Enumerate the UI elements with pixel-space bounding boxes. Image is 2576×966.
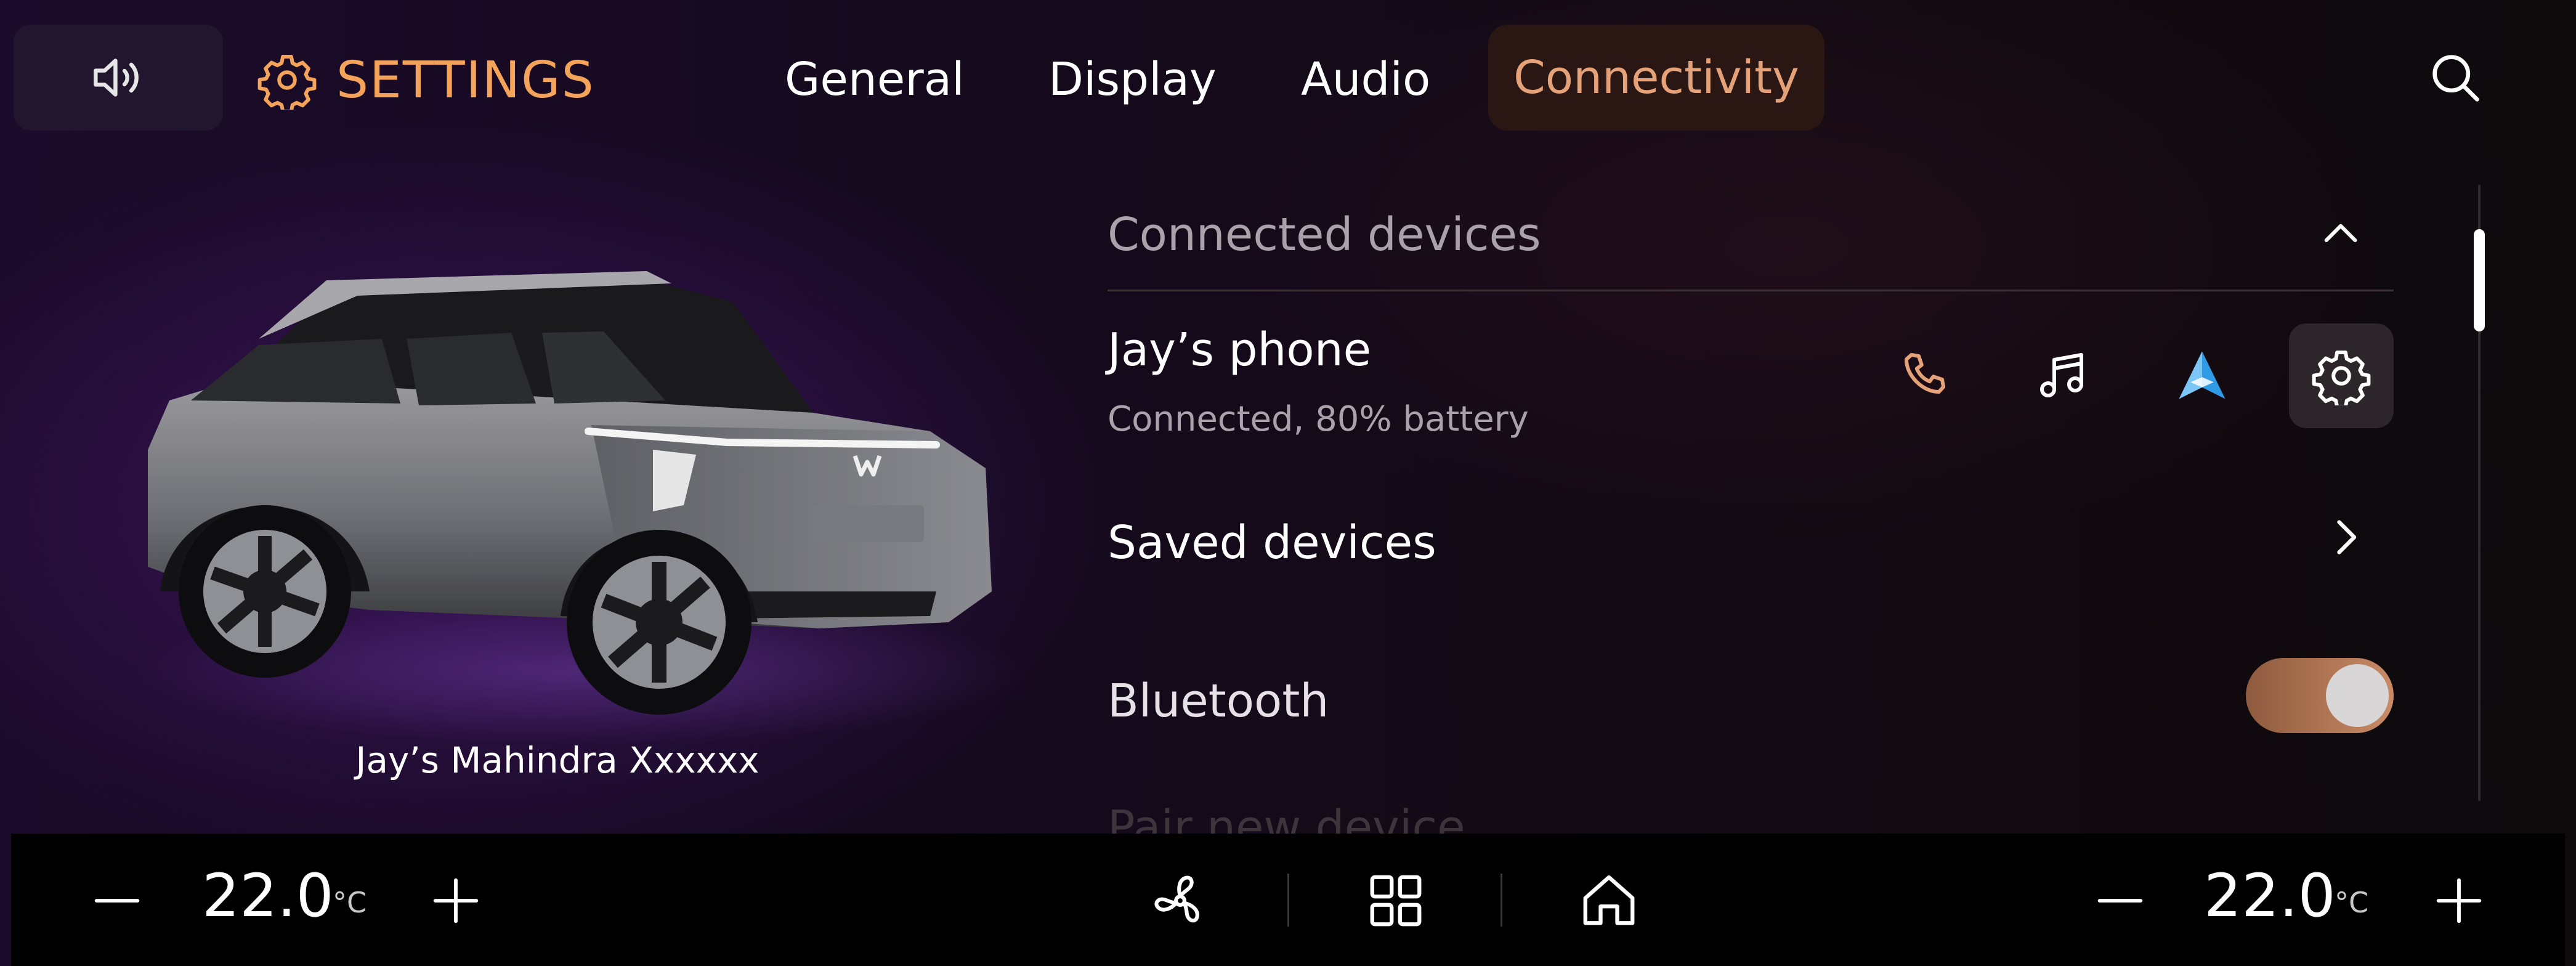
fan-button[interactable] [1148,869,1212,935]
tab-general[interactable]: General [785,43,965,116]
tab-audio[interactable]: Audio [1301,43,1430,116]
apps-button[interactable] [1363,867,1429,936]
right-temp-decrease-button[interactable] [2089,870,2151,934]
saved-devices-arrow[interactable] [2320,511,2371,566]
search-button[interactable] [2424,47,2486,111]
phone-button[interactable] [1873,323,1977,428]
right-temperature: 22.0 [2204,861,2336,930]
bluetooth-label: Bluetooth [1108,675,1329,728]
scrollbar-thumb[interactable] [2474,229,2485,331]
gear-icon [257,55,317,110]
gear-icon [2312,351,2371,405]
plus-icon [433,878,479,923]
section-divider [1108,290,2394,291]
car-image [111,246,1072,754]
android-auto-button[interactable] [2150,323,2254,428]
page-title: SETTINGS [336,51,595,110]
left-temp-decrease-button[interactable] [86,870,148,934]
car-name: Jay’s Mahindra Xxxxxx [355,739,759,781]
minus-icon [2097,899,2143,903]
minus-icon [94,899,140,903]
chevron-right-icon [2337,520,2357,554]
tab-display[interactable]: Display [1048,43,1217,116]
volume-button[interactable] [14,25,223,131]
collapse-button[interactable] [2316,209,2365,261]
device-status: Connected, 80% battery [1108,399,1529,439]
divider [1501,874,1502,927]
device-name[interactable]: Jay’s phone [1108,323,1371,376]
android-auto-icon [2179,351,2226,399]
bluetooth-toggle-knob [2326,664,2389,727]
music-icon [2040,353,2083,397]
fan-icon [1154,875,1199,923]
home-icon [1583,875,1635,925]
saved-devices-item[interactable]: Saved devices [1108,516,1436,569]
right-temp-increase-button[interactable] [2428,870,2490,934]
phone-icon [1904,353,1945,394]
section-title-connected-devices: Connected devices [1108,208,1541,261]
settings-screen: SETTINGS General Display Audio Connectiv… [0,0,2576,966]
settings-header: SETTINGS [257,49,595,111]
home-button[interactable] [1576,866,1642,935]
divider [1287,874,1289,927]
left-temperature: 22.0 [202,861,334,930]
plus-icon [2436,878,2482,923]
device-settings-button[interactable] [2289,323,2394,428]
volume-icon [94,59,139,97]
grid-icon [1370,875,1422,927]
tab-connectivity[interactable]: Connectivity [1488,25,1825,131]
chevron-up-icon [2324,224,2357,242]
search-icon [2432,55,2479,102]
right-temp-unit: °C [2335,886,2369,919]
music-button[interactable] [2009,323,2114,428]
left-temp-increase-button[interactable] [425,870,487,934]
left-temp-unit: °C [333,886,367,919]
